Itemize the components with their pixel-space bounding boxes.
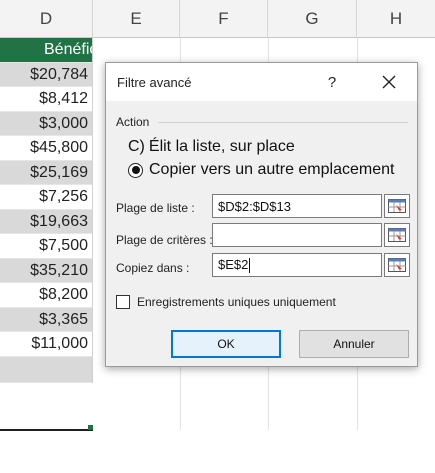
table-bottom-border xyxy=(0,429,93,431)
list-range-input[interactable] xyxy=(212,194,382,218)
close-icon xyxy=(382,75,396,89)
cell-d7[interactable]: $7,256 xyxy=(0,185,93,210)
table-resize-handle[interactable] xyxy=(88,425,93,430)
cell-d6[interactable]: $25,169 xyxy=(0,160,93,185)
cell-header-benefice[interactable]: Bénéfice xyxy=(0,38,93,63)
column-header-f[interactable]: F xyxy=(180,0,268,38)
cell-d9[interactable]: $7,500 xyxy=(0,234,93,259)
radio-copy-label: Copier vers un autre emplacement xyxy=(149,161,395,178)
unique-records-checkbox[interactable]: Enregistrements uniques uniquement xyxy=(116,295,336,309)
help-button[interactable]: ? xyxy=(320,70,344,94)
list-range-collapse-button[interactable] xyxy=(384,194,410,218)
radio-selected-icon xyxy=(128,162,143,178)
ok-button[interactable]: OK xyxy=(171,330,281,358)
list-range-label: Plage de liste : xyxy=(116,201,195,215)
cell-d11[interactable]: $8,200 xyxy=(0,283,93,308)
dialog-titlebar[interactable]: Filtre avancé ? xyxy=(106,63,417,101)
range-select-icon xyxy=(388,228,406,242)
copy-to-collapse-button[interactable] xyxy=(384,253,410,277)
cell-d14[interactable] xyxy=(0,356,93,383)
text-caret xyxy=(249,258,251,274)
range-select-icon xyxy=(388,199,406,213)
column-headers: D E F G H xyxy=(0,0,435,38)
radio-in-place-label: Élit la liste, sur place xyxy=(148,138,295,155)
cell-d12[interactable]: $3,365 xyxy=(0,307,93,332)
checkbox-box xyxy=(116,295,130,309)
close-button[interactable] xyxy=(374,70,404,94)
group-divider xyxy=(158,122,408,123)
unique-records-label: Enregistrements uniques uniquement xyxy=(137,295,336,309)
cell-d13[interactable]: $11,000 xyxy=(0,332,93,357)
column-header-h[interactable]: H xyxy=(357,0,435,38)
cell-d8[interactable]: $19,663 xyxy=(0,209,93,234)
cell-d4[interactable]: $3,000 xyxy=(0,111,93,136)
radio-in-place-prefix: C) xyxy=(128,138,145,155)
range-select-icon xyxy=(388,258,406,272)
radio-copy-to-location[interactable]: Copier vers un autre emplacement xyxy=(128,161,394,179)
action-group-label: Action xyxy=(116,115,150,129)
criteria-range-label: Plage de critères : xyxy=(116,233,213,247)
cancel-button[interactable]: Annuler xyxy=(299,330,409,358)
dialog-title: Filtre avancé xyxy=(117,75,192,90)
column-header-e[interactable]: E xyxy=(93,0,180,38)
cell-d5[interactable]: $45,800 xyxy=(0,136,93,161)
copy-to-input[interactable]: $E$2 xyxy=(212,253,382,277)
copy-to-value: $E$2 xyxy=(218,257,249,272)
copy-to-label: Copiez dans : xyxy=(116,261,190,275)
criteria-range-input[interactable] xyxy=(212,223,382,247)
cell-d2[interactable]: $20,784 xyxy=(0,62,93,87)
criteria-range-collapse-button[interactable] xyxy=(384,223,410,247)
column-header-g[interactable]: G xyxy=(268,0,357,38)
cell-d3[interactable]: $8,412 xyxy=(0,87,93,112)
advanced-filter-dialog: Filtre avancé ? Action C) Élit la liste,… xyxy=(105,62,418,367)
cell-d10[interactable]: $35,210 xyxy=(0,258,93,283)
column-d-cells: Bénéfice $20,784 $8,412 $3,000 $45,800 $… xyxy=(0,38,93,383)
radio-filter-in-place[interactable]: C) Élit la liste, sur place xyxy=(128,138,295,156)
column-header-d[interactable]: D xyxy=(0,0,93,38)
